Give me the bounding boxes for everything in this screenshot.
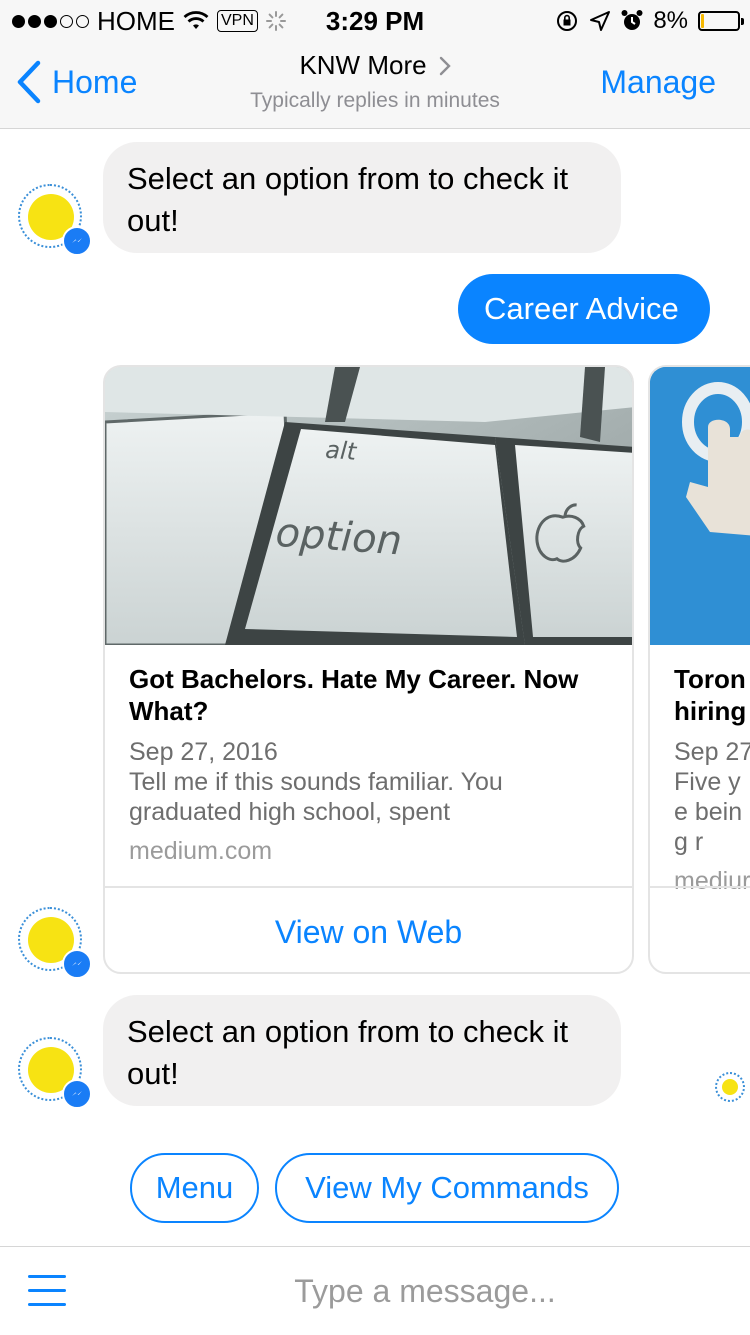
- quick-reply-menu[interactable]: Menu: [130, 1153, 259, 1223]
- chevron-right-icon: [439, 56, 451, 75]
- status-right: 8%: [555, 6, 744, 36]
- back-label: Home: [52, 63, 138, 100]
- back-button[interactable]: Home: [16, 60, 137, 104]
- view-on-web-button[interactable]: [650, 886, 750, 972]
- message-input[interactable]: [120, 1265, 730, 1317]
- alt-key-label: alt: [324, 436, 358, 466]
- article-date: Sep 27, 2016: [129, 738, 278, 766]
- navigation-bar: Home KNW More Typically replies in minut…: [0, 40, 750, 129]
- message-text: Select an option from to check it out!: [127, 161, 569, 238]
- messenger-icon: [62, 1079, 92, 1109]
- article-description: Five ye being r: [674, 768, 743, 856]
- messenger-icon: [62, 226, 92, 256]
- message-text: Select an option from to check it out!: [127, 1014, 569, 1091]
- user-message: Career Advice: [458, 274, 710, 344]
- battery-icon: [698, 11, 744, 31]
- bot-avatar[interactable]: [18, 907, 92, 979]
- quick-reply-view-my-commands[interactable]: View My Commands: [275, 1153, 619, 1223]
- bot-avatar[interactable]: [18, 184, 92, 256]
- alarm-icon: [621, 10, 643, 30]
- article-image: [650, 367, 750, 645]
- conversation-title-button[interactable]: KNW More: [299, 50, 451, 81]
- bot-message: Select an option from to check it out!: [103, 995, 621, 1106]
- article-card[interactable]: alt option Got Bachelors. Hate My Career…: [103, 365, 634, 974]
- article-details: Got Bachelors. Hate My Career. Now What?…: [129, 663, 612, 866]
- bot-avatar[interactable]: [18, 1037, 92, 1109]
- battery-percent: 8%: [653, 7, 688, 34]
- message-list[interactable]: Select an option from to check it out! C…: [0, 129, 750, 1246]
- view-on-web-button[interactable]: View on Web: [105, 886, 632, 972]
- manage-button[interactable]: Manage: [600, 64, 716, 101]
- option-key-label: option: [274, 510, 403, 565]
- read-receipt-avatar: [715, 1072, 745, 1102]
- article-title: Toron hiring: [674, 664, 747, 726]
- rotation-lock-icon: [557, 11, 578, 31]
- status-bar: HOME VPN 3:29 PM 8%: [0, 0, 750, 40]
- page-title: KNW More: [299, 50, 427, 80]
- article-description: Tell me if this sounds familiar. You gra…: [129, 768, 503, 826]
- article-domain: medium.com: [129, 837, 273, 865]
- article-card[interactable]: Toron hiring Sep 27 Five ye being r medi…: [648, 365, 750, 974]
- article-image: alt option: [105, 367, 632, 645]
- location-arrow-icon: [590, 11, 611, 31]
- battery-level: [701, 14, 704, 28]
- message-composer: [0, 1246, 750, 1335]
- chevron-left-icon: [17, 60, 41, 104]
- article-date: Sep 27: [674, 738, 750, 766]
- messenger-icon: [62, 949, 92, 979]
- article-title: Got Bachelors. Hate My Career. Now What?: [129, 664, 579, 726]
- menu-hamburger-icon[interactable]: [28, 1275, 68, 1307]
- bot-message: Select an option from to check it out!: [103, 142, 621, 253]
- article-details: Toron hiring Sep 27 Five ye being r medi…: [674, 663, 750, 896]
